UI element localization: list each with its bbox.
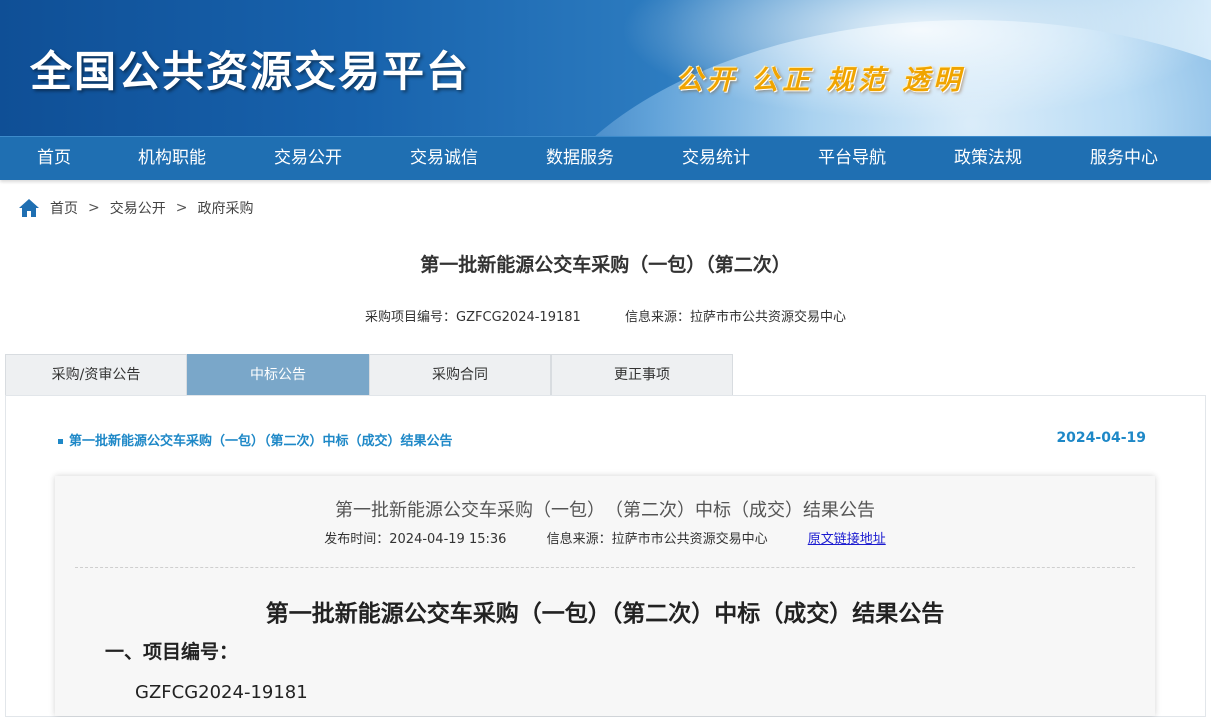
nav-item-trade-public[interactable]: 交易公开 (240, 137, 376, 180)
notice-document: 第一批新能源公交车采购（一包） （第二次）中标（成交）结果公告 发布时间：202… (55, 476, 1155, 716)
document-title: 第一批新能源公交车采购（一包）（第二次）中标（成交）结果公告 (265, 601, 945, 627)
project-title: 第一批新能源公交车采购（一包）（第二次） (420, 254, 791, 276)
site-title: 全国公共资源交易平台 (30, 47, 471, 96)
breadcrumb-home-link[interactable]: 首页 (50, 198, 78, 218)
nav-item-statistics[interactable]: 交易统计 (648, 137, 784, 180)
breadcrumb-trade-public-link[interactable]: 交易公开 (110, 198, 166, 218)
section-value: GZFCG2024-19181 (135, 682, 308, 703)
bullet-icon (58, 439, 63, 444)
tab-bar: 采购/资审公告 中标公告 采购合同 更正事项 (5, 354, 733, 395)
publish-time: 发布时间：2024-04-19 15:36 (324, 532, 507, 547)
document-source: 信息来源：拉萨市市公共资源交易中心 (546, 532, 768, 547)
notice-date: 2024-04-19 (1056, 430, 1146, 446)
home-icon (19, 199, 39, 217)
project-meta: 采购项目编号：GZFCG2024-19181 信息来源：拉萨市市公共资源交易中心 (0, 306, 1211, 325)
nav-item-institution[interactable]: 机构职能 (104, 137, 240, 180)
list-item: 第一批新能源公交车采购（一包）（第二次）中标（成交）结果公告 2024-04-1… (58, 430, 1146, 452)
document-meta: 发布时间：2024-04-19 15:36 信息来源：拉萨市市公共资源交易中心 … (55, 528, 1155, 547)
tab-contract[interactable]: 采购合同 (369, 354, 551, 395)
nav-item-trade-credit[interactable]: 交易诚信 (376, 137, 512, 180)
tab-award-notice[interactable]: 中标公告 (187, 354, 369, 395)
breadcrumb: 首页 > 交易公开 > 政府采购 (18, 196, 253, 220)
section-heading: 一、项目编号： (105, 641, 239, 663)
project-code: 采购项目编号：GZFCG2024-19181 (365, 310, 581, 325)
main-nav: 首页 机构职能 交易公开 交易诚信 数据服务 交易统计 平台导航 政策法规 服务… (0, 136, 1211, 180)
nav-item-service-center[interactable]: 服务中心 (1056, 137, 1192, 180)
source-link[interactable]: 原文链接地址 (808, 532, 886, 547)
breadcrumb-separator: > (88, 200, 100, 216)
breadcrumb-separator: > (175, 200, 188, 216)
nav-item-platform-nav[interactable]: 平台导航 (784, 137, 920, 180)
notice-link[interactable]: 第一批新能源公交车采购（一包）（第二次）中标（成交）结果公告 (69, 434, 453, 449)
site-slogan: 公开 公正 规范 透明 (676, 65, 965, 96)
breadcrumb-gov-procurement-link[interactable]: 政府采购 (197, 198, 253, 218)
project-source: 信息来源：拉萨市市公共资源交易中心 (624, 310, 846, 325)
tab-procurement-notice[interactable]: 采购/资审公告 (5, 354, 187, 395)
document-header-title: 第一批新能源公交车采购（一包） （第二次）中标（成交）结果公告 (335, 500, 875, 521)
site-header-banner: 全国公共资源交易平台 公开 公正 规范 透明 (0, 0, 1211, 136)
divider (75, 567, 1135, 568)
tab-corrections[interactable]: 更正事项 (551, 354, 733, 395)
nav-item-policy[interactable]: 政策法规 (920, 137, 1056, 180)
nav-item-data-service[interactable]: 数据服务 (512, 137, 648, 180)
